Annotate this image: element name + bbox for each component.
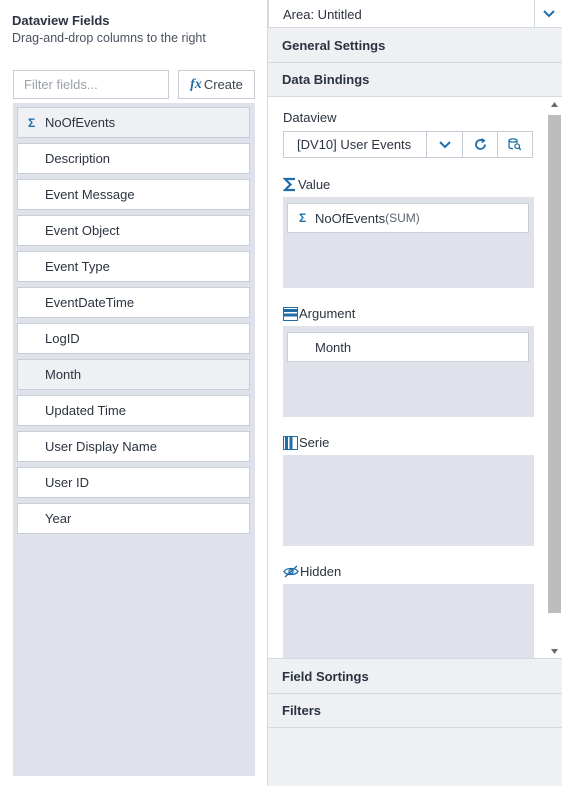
section-filters[interactable]: Filters — [268, 694, 562, 728]
field-item[interactable]: Updated Time — [17, 395, 250, 426]
argument-binding-item[interactable]: Month — [287, 332, 529, 362]
field-item[interactable]: Year — [17, 503, 250, 534]
field-item-label: User Display Name — [45, 439, 157, 454]
field-item-label: LogID — [45, 331, 80, 346]
field-item[interactable]: Event Type — [17, 251, 250, 282]
field-item[interactable]: Description — [17, 143, 250, 174]
field-item[interactable]: User ID — [17, 467, 250, 498]
section-general-settings-label: General Settings — [282, 38, 386, 53]
database-search-icon — [508, 138, 522, 151]
data-bindings-content: Dataview [DV10] User Events Value Σ NoOf… — [268, 97, 562, 659]
dataview-select-value: [DV10] User Events — [297, 137, 412, 152]
serie-label-text: Serie — [299, 435, 330, 450]
argument-label-text: Argument — [299, 306, 356, 321]
fx-icon: fx — [190, 76, 202, 92]
field-item[interactable]: Event Object — [17, 215, 250, 246]
hidden-dropzone[interactable] — [283, 584, 534, 658]
create-button-label: Create — [203, 77, 243, 92]
area-select-value: Area: Untitled — [283, 7, 362, 22]
dataview-select[interactable]: [DV10] User Events — [283, 131, 427, 158]
refresh-icon — [474, 138, 487, 151]
scroll-down-arrow-icon[interactable] — [547, 644, 562, 658]
argument-dropzone[interactable]: Month — [283, 326, 534, 417]
scrollbar[interactable] — [547, 97, 562, 658]
argument-binding-name: Month — [315, 339, 352, 355]
dataview-search-button[interactable] — [498, 131, 533, 158]
field-item-label: EventDateTime — [45, 295, 135, 310]
refresh-button[interactable] — [463, 131, 498, 158]
serie-label: Serie — [283, 435, 329, 450]
value-binding-aggregation: (SUM) — [385, 211, 420, 225]
field-item-label: Event Object — [45, 223, 120, 238]
filter-fields-input[interactable] — [13, 70, 169, 99]
value-label-text: Value — [298, 177, 331, 192]
field-item-label: Description — [45, 151, 111, 166]
field-item-label: Updated Time — [45, 403, 126, 418]
fields-list: Σ NoOfEvents Description Event Message Event… — [13, 103, 255, 776]
field-item-label: User ID — [45, 475, 90, 490]
panel-title: Dataview Fields — [12, 13, 110, 28]
area-settings-panel: Area: Untitled General Settings Data Bin… — [268, 0, 562, 786]
field-item-label: Year — [45, 511, 72, 526]
field-item-label: Event Type — [45, 259, 110, 274]
serie-dropzone[interactable] — [283, 455, 534, 546]
field-item[interactable]: LogID — [17, 323, 250, 354]
section-field-sortings-label: Field Sortings — [282, 669, 369, 684]
section-data-bindings-label: Data Bindings — [282, 72, 370, 87]
argument-icon — [283, 306, 298, 321]
hidden-label: Hidden — [283, 564, 341, 579]
scroll-up-arrow-icon[interactable] — [547, 97, 562, 112]
field-item[interactable]: Σ NoOfEvents — [17, 107, 250, 138]
eye-slash-icon — [283, 565, 299, 578]
field-item[interactable]: User Display Name — [17, 431, 250, 462]
sigma-icon: Σ — [28, 115, 36, 130]
chevron-down-icon[interactable] — [534, 0, 562, 28]
serie-icon — [283, 435, 298, 450]
value-binding-name: NoOfEvents — [315, 210, 386, 226]
chevron-down-icon — [438, 140, 451, 149]
section-general-settings[interactable]: General Settings — [268, 29, 562, 63]
area-select[interactable]: Area: Untitled — [268, 0, 562, 28]
panel-subtitle: Drag-and-drop columns to the right — [12, 31, 206, 45]
field-item[interactable]: Event Message — [17, 179, 250, 210]
dataview-label-text: Dataview — [283, 110, 337, 125]
dataview-fields-panel: Dataview Fields Drag-and-drop columns to… — [0, 0, 268, 786]
field-item[interactable]: EventDateTime — [17, 287, 250, 318]
dataview-label: Dataview — [283, 110, 336, 125]
section-data-bindings[interactable]: Data Bindings — [268, 63, 562, 97]
sigma-icon — [283, 177, 297, 192]
argument-label: Argument — [283, 306, 355, 321]
value-binding-item[interactable]: Σ NoOfEvents (SUM) — [287, 203, 529, 233]
field-item-label: Month — [45, 367, 82, 382]
dataview-picker: [DV10] User Events — [283, 131, 533, 158]
create-button[interactable]: fx Create — [178, 70, 255, 99]
sigma-icon: Σ — [299, 211, 307, 225]
section-field-sortings[interactable]: Field Sortings — [268, 660, 562, 694]
value-label: Value — [283, 177, 330, 192]
field-item-label: NoOfEvents — [45, 115, 116, 130]
value-dropzone[interactable]: Σ NoOfEvents (SUM) — [283, 197, 534, 288]
field-item-label: Event Message — [45, 187, 135, 202]
dataview-dropdown-button[interactable] — [427, 131, 463, 158]
scrollbar-thumb[interactable] — [548, 115, 561, 613]
hidden-label-text: Hidden — [300, 564, 342, 579]
section-filters-label: Filters — [282, 703, 322, 718]
field-item[interactable]: Month — [17, 359, 250, 390]
